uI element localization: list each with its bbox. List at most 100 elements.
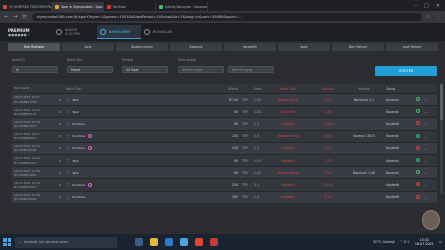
share-icon[interactable]: ⤴ [66,134,69,139]
table-row[interactable]: 16.07.2021 13:44 ID:1998955027 ⧉ ⤴ Kombine 10… [12,178,437,191]
tray-icons[interactable]: ⌃ ⊡ ♪ [400,240,410,244]
copy-icon[interactable]: ⧉ [56,171,64,175]
filter-tab[interactable]: Kazandı [170,43,222,51]
copy-icon[interactable]: ⧉ [56,183,64,187]
chrome-icon[interactable] [195,238,203,246]
copy-icon[interactable]: ⧉ [56,134,64,138]
filter-tab[interactable]: Bozdurulmuş [116,43,168,51]
row-date-id: 16.07.2021 14:27 ID:1998986914 [12,132,56,140]
account-logo[interactable]: PREMIUM ●●●●●● ✓ [8,28,53,37]
scrollbar-thumb[interactable] [440,84,443,120]
result-status-icon [414,97,422,102]
row-currency: TRY [242,146,248,151]
filter-tab[interactable]: Kaybetti [224,43,276,51]
table-row[interactable]: 16.07.2021 14:31 ID:1998987124 ⧉ ⤴ Tekli 90 TR… [12,105,437,118]
file-explorer-icon[interactable] [150,238,158,246]
weather-text[interactable]: 32°C Güneşli [373,240,395,244]
reload-icon[interactable]: ⟳ [22,14,26,20]
nav-my-bets[interactable]: BAHİSLERİM [97,25,141,39]
date-to-input[interactable]: dd.mm.yyyy [228,66,274,73]
table-row[interactable]: 16.07.2021 14:12 ID:1998976388 ⧉ ⤴ Kombine 10… [12,141,437,154]
filter-tab[interactable]: Nim Return [332,43,384,51]
row-date-id: 16.07.2021 13:36 ID:1998949983 [12,193,56,201]
row-result: Kazandı [386,170,399,175]
copy-icon[interactable]: ⧉ [56,146,64,150]
nav-bonuses[interactable]: BONUSLAR [141,25,185,39]
share-icon[interactable]: ⤴ [66,146,69,151]
chevron-down-icon[interactable]: ⌄ [422,158,430,163]
support-chat-avatar[interactable] [422,210,440,230]
row-state: 1.37 [324,158,332,163]
nav-balance-value: 0.00 TRY [65,32,81,36]
filter-tab[interactable]: Açık [62,43,114,51]
star-icon[interactable]: ☆ [427,14,431,20]
edge-icon[interactable] [165,238,173,246]
bet-type-value: Hepsi [71,67,81,72]
row-amount: 90 [233,158,238,163]
filter-tab[interactable]: İade [278,43,330,51]
table-row[interactable]: 16.07.2021 14:04 ID:1998966411 ⧉ ⤴ Tekli 90 TR… [12,153,437,167]
windows-start-icon[interactable] [3,238,11,246]
table-row[interactable]: 16.07.2021 14:30 ID:1998987027 ⧉ ⤴ Kombine 90… [12,117,437,130]
share-icon[interactable]: ⤴ [66,170,69,175]
task-view-icon[interactable] [135,238,143,246]
maximize-icon[interactable]: □ [424,3,429,9]
share-icon[interactable]: ⤴ [66,195,69,200]
url-input[interactable]: olympusbet186.com/#/sport?type=1&game=19… [31,13,422,21]
browser-tab[interactable]: (3) KORTEKS TEKSTİSPORVE KOLEJ... [0,2,52,11]
forward-arrow-icon[interactable]: → [13,14,17,20]
row-currency: TRY [242,195,248,200]
share-icon[interactable]: ⤴ [66,182,69,187]
chevron-down-icon[interactable]: ⌄ [422,146,430,151]
menu-icon[interactable]: ⋮ [436,14,441,20]
row-amount: 100 [231,146,238,151]
browser-tab[interactable]: Çekiliş Sonuçları - Kazananı Belirl... [156,2,208,11]
show-button[interactable]: GÖSTER [375,66,437,76]
chevron-down-icon[interactable]: ⌄ [422,170,430,175]
chevron-down-icon[interactable]: ⌄ [422,97,430,102]
close-icon[interactable]: ✕ [436,3,440,9]
row-date-id: 16.07.2021 13:58 ID:1998961987 [12,169,56,177]
store-icon[interactable] [180,238,188,246]
browser-tab[interactable]: YouTube [104,2,156,11]
share-icon[interactable]: ⤴ [66,121,69,126]
chevron-down-icon[interactable]: ⌄ [422,195,430,200]
filter-tab[interactable]: Lost Return [386,43,438,51]
chevron-down-icon[interactable]: ⌄ [422,182,430,187]
copy-icon[interactable]: ⧉ [56,122,64,126]
copy-icon[interactable]: ⧉ [56,110,64,114]
taskbar-search[interactable]: ⌕ Aramak için buraya yazın [15,236,117,248]
table-row[interactable]: 16.07.2021 14:51 ID:1998997788 ⧉ ⤴ Tekli 97.4… [12,93,437,106]
nav-balance[interactable]: BAKİYE 0.00 TRY [53,25,97,39]
table-row[interactable]: 16.07.2021 14:27 ID:1998986914 ⧉ ⤴ Kombine 15… [12,129,437,142]
chevron-down-icon[interactable]: ⌄ [422,121,430,126]
bet-id-input[interactable]: # [12,66,58,73]
row-id: ID:1998997788 [14,99,37,104]
table-scrollbar[interactable] [440,84,443,194]
period-select[interactable]: 24 Saat [122,66,168,73]
copy-icon[interactable]: ⧉ [56,98,64,102]
share-icon[interactable]: ⤴ [66,109,69,114]
share-icon[interactable]: ⤴ [66,158,69,163]
browser-tab[interactable]: Spor ⊕ Olympusbet - Spor ve Canlı... [52,2,104,11]
row-id: ID:1998955027 [14,184,37,189]
notification-icon[interactable]: ▭ [439,240,442,244]
share-icon[interactable]: ⤴ [66,97,69,102]
bet-type-select[interactable]: Hepsi [67,66,113,73]
table-row[interactable]: 16.07.2021 13:58 ID:1998961987 ⧉ ⤴ Tekli 90 TR… [12,166,437,179]
chevron-down-icon[interactable]: ⌄ [422,109,430,114]
row-state: 2.093 [323,121,333,126]
back-arrow-icon[interactable]: ← [4,14,8,20]
clock[interactable]: 14:52 16.07.2021 [415,238,434,246]
copy-icon[interactable]: ⧉ [56,159,64,163]
copy-icon[interactable]: ⧉ [56,195,64,199]
row-gain: Kazanç 180.0 [353,134,375,139]
minimize-icon[interactable]: – [415,3,418,9]
date-from-input[interactable]: dd.mm.yyyy [178,66,224,73]
table-row[interactable]: 16.07.2021 13:36 ID:1998949983 ⧉ ⤴ Kombine 30… [12,190,437,203]
app-icon[interactable] [210,238,218,246]
row-amount: 90 [233,170,238,175]
row-id: ID:1998987124 [14,111,37,116]
chevron-down-icon[interactable]: ⌄ [422,134,430,139]
filter-tab[interactable]: Tüm Bahisler [8,43,60,51]
